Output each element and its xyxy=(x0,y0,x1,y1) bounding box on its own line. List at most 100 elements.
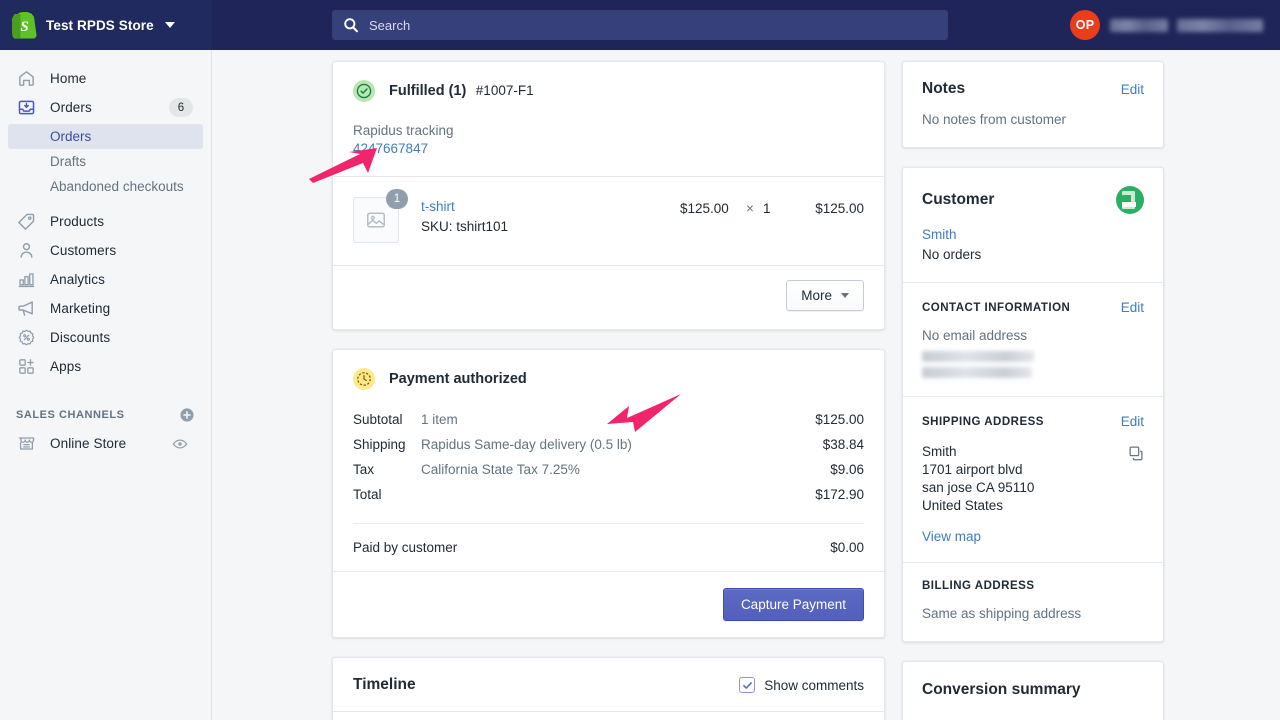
order-details-column: Fulfilled (1) #1007-F1 Rapidus tracking … xyxy=(332,61,885,720)
sidebar-item-home[interactable]: Home xyxy=(8,64,203,93)
shipping-address-title: SHIPPING ADDRESS xyxy=(922,415,1044,428)
sidebar-item-label: Online Store xyxy=(50,436,127,451)
payment-row: Tax California State Tax 7.25% $9.06 xyxy=(353,457,864,482)
search-icon xyxy=(343,17,359,33)
sidebar-item-online-store[interactable]: Online Store xyxy=(8,429,203,458)
paid-by-customer-amount: $0.00 xyxy=(830,540,864,555)
plus-circle-icon[interactable] xyxy=(179,407,195,423)
payment-row-amount: $125.00 xyxy=(815,412,864,427)
sidebar-item-apps[interactable]: Apps xyxy=(8,352,203,381)
payment-row-label: Tax xyxy=(353,462,375,477)
sidebar: Home Orders 6 Orders Drafts Abandoned ch… xyxy=(0,50,212,720)
storefront-icon xyxy=(16,434,36,454)
timeline-card: Timeline Show comments xyxy=(332,657,885,720)
payment-actions: Capture Payment xyxy=(333,572,884,637)
fulfillment-status-row: Fulfilled (1) #1007-F1 xyxy=(353,80,864,102)
shipping-address-block: Smith 1701 airport blvd san jose CA 9511… xyxy=(922,443,1034,515)
payment-row: Shipping Rapidus Same-day delivery (0.5 … xyxy=(353,432,864,457)
payment-row-label: Shipping xyxy=(353,437,406,452)
top-bar: S Test RPDS Store Search OP xyxy=(0,0,1280,50)
payment-row-detail: California State Tax 7.25% xyxy=(421,462,580,477)
orders-subnav: Orders Drafts Abandoned checkouts xyxy=(0,124,211,199)
line-item-row: 1 t-shirt SKU: tshirt101 $125.00 × 1 $12… xyxy=(333,177,884,265)
notes-edit-link[interactable]: Edit xyxy=(1121,82,1144,97)
fulfillment-actions: More xyxy=(333,266,884,329)
customer-title: Customer xyxy=(922,191,995,208)
shipping-address-line: 1701 airport blvd xyxy=(922,462,1023,477)
fulfillment-card: Fulfilled (1) #1007-F1 Rapidus tracking … xyxy=(332,61,885,330)
more-button[interactable]: More xyxy=(786,280,864,311)
line-item-title[interactable]: t-shirt xyxy=(421,197,508,217)
search-input[interactable]: Search xyxy=(332,10,948,40)
sidebar-item-orders[interactable]: Orders 6 xyxy=(8,93,203,122)
billing-address-title: BILLING ADDRESS xyxy=(922,580,1035,592)
sidebar-item-marketing[interactable]: Marketing xyxy=(8,294,203,323)
payment-status-row: Payment authorized xyxy=(353,368,864,390)
main-content: Fulfilled (1) #1007-F1 Rapidus tracking … xyxy=(213,50,1280,720)
sidebar-subitem-orders[interactable]: Orders xyxy=(8,124,203,149)
orders-inbox-icon xyxy=(16,98,36,118)
user-name-redacted xyxy=(1110,18,1263,32)
sidebar-item-products[interactable]: Products xyxy=(8,207,203,236)
sidebar-item-label: Products xyxy=(50,214,105,229)
apps-grid-plus-icon xyxy=(16,357,36,377)
copy-icon[interactable] xyxy=(1128,445,1144,466)
conversion-summary-card: Conversion summary xyxy=(902,661,1164,720)
sidebar-item-analytics[interactable]: Analytics xyxy=(8,265,203,294)
payment-status-title: Payment authorized xyxy=(389,371,527,387)
clock-icon xyxy=(353,368,375,390)
billing-address-body: Same as shipping address xyxy=(922,606,1082,621)
shipping-address-line: Smith xyxy=(922,444,957,459)
checkmark-icon xyxy=(742,681,752,689)
line-item-quantity-badge: 1 xyxy=(386,189,408,209)
sidebar-item-label: Analytics xyxy=(50,272,105,287)
orders-count-badge: 6 xyxy=(169,98,193,117)
shipping-address-line: United States xyxy=(922,498,1004,513)
tracking-number-link[interactable]: 4247667847 xyxy=(353,141,864,156)
fulfillment-status-title: Fulfilled (1) xyxy=(389,83,467,99)
show-comments-checkbox[interactable] xyxy=(739,677,756,693)
home-icon xyxy=(16,69,36,89)
line-item-quantity: 1 xyxy=(763,201,771,216)
paid-by-customer-row: Paid by customer $0.00 xyxy=(353,540,864,555)
order-sidebar-column: Notes Edit No notes from customer Custom… xyxy=(902,61,1164,720)
sidebar-item-discounts[interactable]: Discounts xyxy=(8,323,203,352)
sidebar-item-customers[interactable]: Customers xyxy=(8,236,203,265)
sidebar-item-label: Home xyxy=(50,71,87,86)
check-circle-icon xyxy=(353,80,375,102)
sidebar-subitem-abandoned-checkouts[interactable]: Abandoned checkouts xyxy=(8,174,203,199)
customer-avatar-icon xyxy=(1116,186,1144,214)
sidebar-item-label: Apps xyxy=(50,359,82,374)
shopify-logo-icon: S xyxy=(12,11,37,39)
user-menu[interactable]: OP xyxy=(1070,0,1263,50)
contact-redacted-phone xyxy=(922,351,1144,378)
person-icon xyxy=(16,241,36,261)
timeline-title: Timeline xyxy=(353,676,416,693)
capture-payment-button[interactable]: Capture Payment xyxy=(722,588,864,621)
product-thumbnail[interactable]: 1 xyxy=(353,189,408,243)
sidebar-subitem-drafts[interactable]: Drafts xyxy=(8,149,203,174)
contact-edit-link[interactable]: Edit xyxy=(1121,300,1144,315)
fulfillment-number: #1007-F1 xyxy=(475,83,534,98)
sidebar-item-label: Discounts xyxy=(50,330,111,345)
tag-icon xyxy=(16,212,36,232)
search-placeholder: Search xyxy=(369,17,411,33)
line-item-unit-price: $125.00 xyxy=(680,201,729,216)
store-switcher[interactable]: S Test RPDS Store xyxy=(0,0,212,50)
view-map-link[interactable]: View map xyxy=(922,529,1144,544)
redacted-first-name xyxy=(1110,18,1168,32)
user-avatar[interactable]: OP xyxy=(1070,10,1100,40)
sales-channels-header: SALES CHANNELS xyxy=(0,407,211,423)
customer-name-link[interactable]: Smith xyxy=(922,227,1144,242)
eye-icon[interactable] xyxy=(165,434,195,453)
payment-row-detail: 1 item xyxy=(421,412,458,427)
customer-order-count: No orders xyxy=(922,247,982,262)
show-comments-toggle[interactable]: Show comments xyxy=(739,677,864,693)
shipping-edit-link[interactable]: Edit xyxy=(1121,414,1144,429)
shipping-address-line: san jose CA 95110 xyxy=(922,480,1035,495)
tracking-carrier-label: Rapidus tracking xyxy=(353,123,454,138)
chevron-down-icon xyxy=(841,293,849,298)
payment-card: Payment authorized Subtotal 1 item $125.… xyxy=(332,349,885,638)
payment-row-amount: $172.90 xyxy=(815,487,864,502)
line-item-sku: SKU: tshirt101 xyxy=(421,218,509,234)
